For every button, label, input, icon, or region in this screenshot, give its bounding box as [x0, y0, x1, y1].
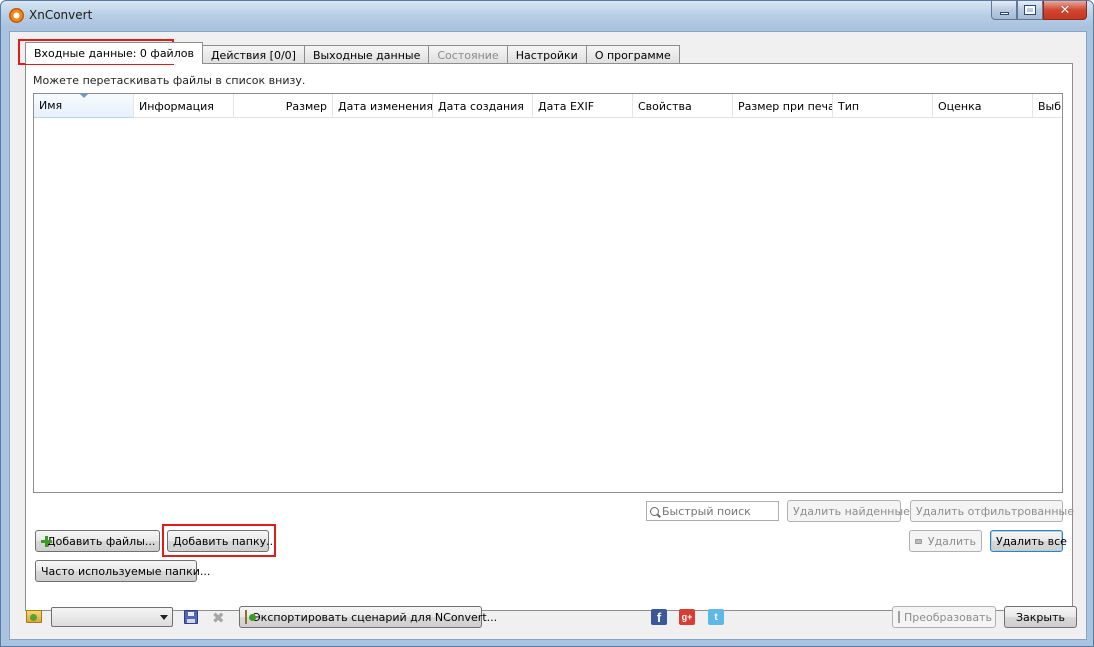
window-title: XnConvert	[29, 8, 93, 22]
export-script-icon	[245, 610, 256, 624]
convert-icon	[898, 611, 900, 623]
minimize-icon	[999, 11, 1009, 15]
column-header-size[interactable]: Размер	[234, 94, 333, 118]
preset-combobox[interactable]	[51, 607, 173, 627]
column-header-print-size[interactable]: Размер при печа	[733, 94, 833, 118]
column-label: Выб	[1038, 99, 1062, 113]
tab-output[interactable]: Выходные данные	[303, 45, 430, 64]
remove-all-button[interactable]: Удалить все	[990, 530, 1067, 552]
close-window-button[interactable]: ✕	[1043, 1, 1087, 20]
maximize-button[interactable]	[1017, 1, 1043, 20]
column-header-exif-date[interactable]: Дата EXIF	[533, 94, 633, 118]
button-label: Удалить найденные	[793, 504, 910, 518]
frequent-folders-button[interactable]: Часто используемые папки...	[35, 560, 210, 582]
title-bar[interactable]: XnConvert ✕	[1, 1, 1093, 29]
search-icon	[650, 506, 659, 516]
column-header-modified-date[interactable]: Дата изменения	[333, 94, 433, 118]
column-label: Оценка	[938, 99, 982, 113]
remove-found-button[interactable]: Удалить найденные	[787, 500, 910, 522]
add-folder-button[interactable]: Добавить папку...	[167, 530, 277, 552]
column-label: Имя	[39, 99, 63, 112]
drag-drop-hint: Можете перетаскивать файлы в список вниз…	[33, 74, 306, 87]
button-label: Преобразовать	[904, 610, 992, 624]
column-label: Тип	[838, 99, 860, 113]
column-header-selected[interactable]: Выб	[1033, 94, 1062, 118]
column-label: Размер	[285, 99, 327, 113]
tab-status: Состояние	[428, 45, 508, 64]
chevron-down-icon	[160, 615, 168, 620]
column-header-type[interactable]: Тип	[833, 94, 933, 118]
add-files-button[interactable]: Добавить файлы...	[35, 530, 160, 552]
sort-ascending-icon	[80, 94, 88, 98]
xnconvert-logo-icon	[9, 8, 24, 23]
delete-preset-icon: ✖	[212, 609, 225, 627]
column-label: Размер при печа	[738, 99, 833, 113]
quick-search-box[interactable]	[646, 501, 779, 521]
column-label: Информация	[139, 99, 214, 113]
column-header-created-date[interactable]: Дата создания	[433, 94, 533, 118]
button-label: Закрыть	[1016, 610, 1065, 624]
button-label: Удалить отфильтрованные	[916, 504, 1075, 518]
column-header-properties[interactable]: Свойства	[633, 94, 733, 118]
file-list[interactable]: Имя Информация Размер Дата изменения Дат…	[33, 93, 1063, 493]
button-label: Удалить все	[996, 534, 1067, 548]
app-window: XnConvert ✕ Входные данные: 0 файлов Дей…	[0, 0, 1094, 647]
column-header-rating[interactable]: Оценка	[933, 94, 1033, 118]
close-button[interactable]: Закрыть	[1004, 606, 1077, 628]
file-list-header: Имя Информация Размер Дата изменения Дат…	[34, 94, 1062, 118]
remove-button[interactable]: Удалить	[909, 530, 982, 552]
tab-about[interactable]: О программе	[585, 45, 680, 64]
tab-settings[interactable]: Настройки	[506, 45, 587, 64]
column-label: Дата EXIF	[538, 99, 595, 113]
input-tab-panel: Можете перетаскивать файлы в список вниз…	[18, 39, 1074, 611]
button-label: Добавить файлы...	[47, 534, 156, 548]
button-label: Экспортировать сценарий для NConvert...	[253, 610, 498, 624]
close-icon: ✕	[1059, 2, 1071, 18]
convert-button[interactable]: Преобразовать	[892, 606, 996, 628]
client-area: Входные данные: 0 файлов Действия [0/0] …	[9, 31, 1087, 640]
button-label: Добавить папку...	[173, 534, 277, 548]
column-label: Дата изменения	[338, 99, 433, 113]
twitter-icon[interactable]: t	[708, 609, 724, 625]
column-header-name[interactable]: Имя	[34, 94, 134, 118]
window-controls: ✕	[991, 1, 1087, 21]
facebook-icon[interactable]: f	[651, 609, 667, 625]
column-label: Свойства	[638, 99, 692, 113]
export-nconvert-button[interactable]: Экспортировать сценарий для NConvert...	[239, 606, 497, 628]
button-label: Удалить	[927, 534, 976, 548]
minus-icon	[915, 538, 922, 544]
column-label: Дата создания	[438, 99, 524, 113]
remove-filtered-button[interactable]: Удалить отфильтрованные	[910, 500, 1074, 522]
save-icon[interactable]	[184, 610, 198, 624]
tab-bar: Входные данные: 0 файлов Действия [0/0] …	[25, 42, 680, 64]
tab-actions[interactable]: Действия [0/0]	[201, 45, 305, 64]
tab-input[interactable]: Входные данные: 0 файлов	[25, 42, 203, 64]
button-label: Часто используемые папки...	[41, 564, 211, 578]
column-header-info[interactable]: Информация	[134, 94, 234, 118]
minimize-button[interactable]	[991, 1, 1017, 20]
quick-search-input[interactable]	[662, 504, 772, 518]
maximize-icon	[1024, 5, 1036, 15]
google-plus-icon[interactable]: g+	[679, 609, 695, 625]
open-folder-icon[interactable]	[26, 610, 42, 623]
